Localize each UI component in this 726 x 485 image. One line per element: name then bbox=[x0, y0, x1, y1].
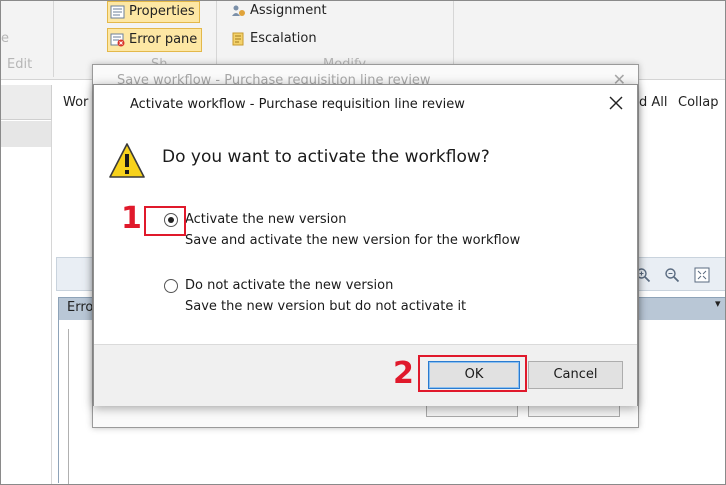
escalation-button[interactable]: Escalation bbox=[229, 29, 321, 49]
left-pane-header bbox=[1, 85, 52, 120]
do-not-activate-label[interactable]: Do not activate the new version bbox=[185, 278, 393, 293]
warning-icon bbox=[109, 143, 145, 178]
assignment-label: Assignment bbox=[250, 3, 327, 18]
properties-icon bbox=[110, 5, 125, 19]
do-not-activate-description: Save the new version but do not activate… bbox=[185, 299, 467, 314]
escalation-label: Escalation bbox=[250, 31, 317, 46]
do-not-activate-radio[interactable] bbox=[164, 279, 178, 293]
dialog-footer: OK Cancel bbox=[94, 344, 637, 406]
chevron-down-icon[interactable]: ▾ bbox=[715, 297, 721, 310]
escalation-icon bbox=[232, 32, 244, 46]
properties-label: Properties bbox=[129, 4, 195, 19]
error-pane-label: Error pane bbox=[129, 32, 198, 47]
assignment-icon bbox=[232, 5, 245, 16]
activate-new-version-description: Save and activate the new version for th… bbox=[185, 233, 521, 248]
expand-all-link[interactable]: d All bbox=[639, 95, 668, 110]
assignment-button[interactable]: Assignment bbox=[229, 1, 331, 21]
tab-workflow-partial[interactable]: Wor bbox=[63, 95, 88, 110]
activate-new-version-label[interactable]: Activate the new version bbox=[185, 212, 347, 227]
dialog-title: Activate workflow - Purchase requisition… bbox=[130, 97, 465, 112]
left-pane-selected-row[interactable] bbox=[1, 121, 51, 147]
fit-to-window-icon[interactable] bbox=[694, 267, 710, 283]
step-1-number: 1 bbox=[121, 201, 142, 236]
error-pane-icon bbox=[110, 33, 125, 47]
step-1-highlight bbox=[144, 206, 186, 236]
dialog-question: Do you want to activate the workflow? bbox=[162, 147, 490, 167]
error-pane-button[interactable]: Error pane bbox=[107, 28, 203, 52]
step-2-highlight bbox=[418, 355, 527, 392]
zoom-out-icon[interactable] bbox=[664, 267, 680, 283]
ribbon-separator bbox=[53, 1, 54, 77]
error-column-header[interactable]: Erro bbox=[67, 300, 93, 315]
left-pane bbox=[1, 120, 52, 484]
step-2-number: 2 bbox=[393, 356, 414, 391]
close-icon[interactable] bbox=[606, 93, 626, 113]
properties-button[interactable]: Properties bbox=[107, 1, 200, 23]
ribbon-group-edit: Edit bbox=[7, 57, 33, 72]
error-grid-divider bbox=[68, 329, 69, 484]
collapse-link[interactable]: Collap bbox=[678, 95, 718, 110]
cancel-button[interactable]: Cancel bbox=[528, 361, 623, 389]
activate-workflow-dialog: Activate workflow - Purchase requisition… bbox=[93, 84, 638, 406]
app-window: e Edit Properties Error pane Sh bbox=[0, 0, 726, 485]
ribbon-edge-glyph: e bbox=[1, 31, 9, 46]
